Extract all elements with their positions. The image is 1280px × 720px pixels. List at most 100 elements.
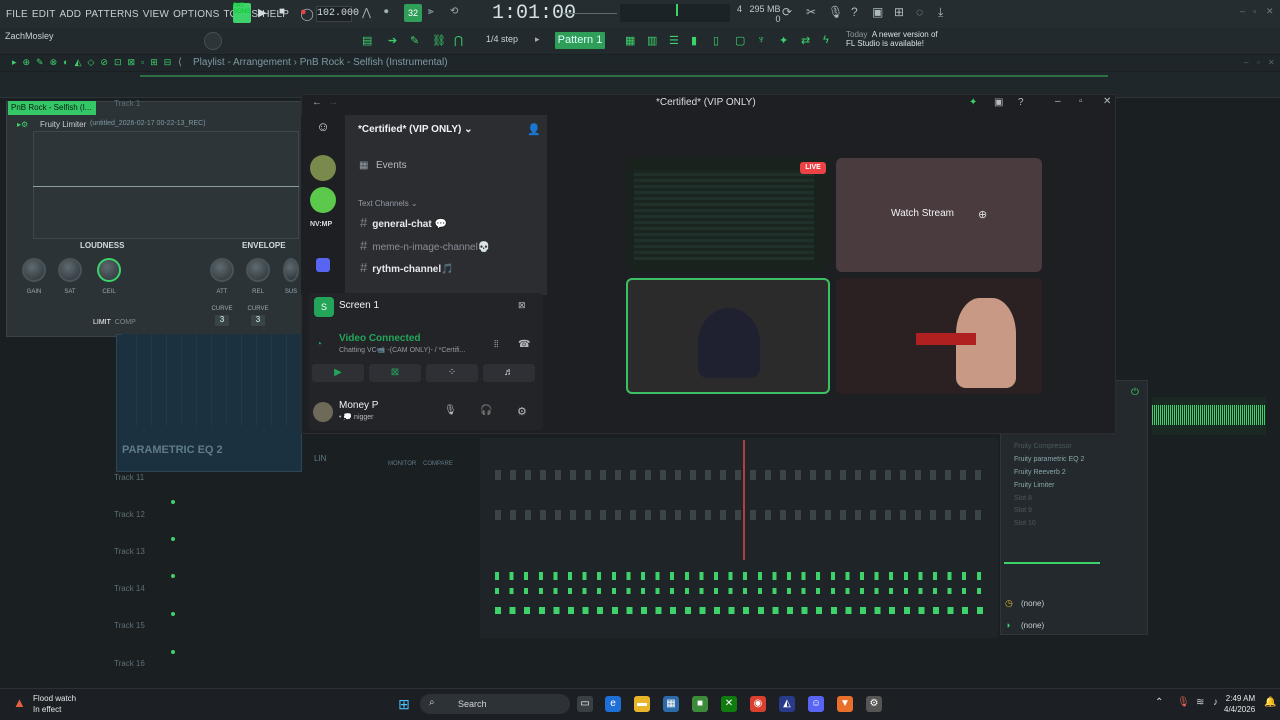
mixer-slot[interactable]: Slot 8 <box>1014 495 1032 502</box>
curve-value-1[interactable]: 3 <box>215 315 229 326</box>
mixer-output-none[interactable]: (none) <box>1021 621 1044 630</box>
record-icon[interactable]: ● <box>300 6 307 18</box>
channel-general-chat[interactable]: # general-chat 💬 <box>360 215 447 230</box>
weather-alert-icon[interactable]: ▲ <box>13 695 26 710</box>
countdown-icon[interactable]: 32 <box>404 4 422 22</box>
video-connected-status[interactable]: Video Connected <box>339 333 421 344</box>
activities-button[interactable]: ⁘ <box>426 364 478 382</box>
track-mute-dot[interactable] <box>171 612 175 616</box>
pat-song-toggle[interactable]: PAT SONG <box>233 3 251 23</box>
gain-knob[interactable] <box>22 258 46 282</box>
app-icon[interactable]: ◭ <box>779 696 795 712</box>
close-icon[interactable]: ✕ <box>1266 6 1274 17</box>
add-member-icon[interactable]: 👤 <box>527 123 541 136</box>
xbox-icon[interactable]: ✕ <box>721 696 737 712</box>
help-circle-icon[interactable]: ? <box>1018 97 1024 108</box>
server-nvmp[interactable]: NV:MP <box>310 221 332 228</box>
master-pitch-knob[interactable] <box>204 32 222 50</box>
wand-icon[interactable]: ✦ <box>779 34 788 47</box>
play-icon[interactable]: ▶ <box>258 6 266 19</box>
mic-icon[interactable]: 🎙 <box>444 405 457 416</box>
voice-channel-name[interactable]: Chatting VC📹 -(CAM ONLY)- / *Certifi... <box>339 346 465 354</box>
file-icon[interactable]: ▢ <box>735 34 745 47</box>
camera-button[interactable]: ▶ <box>312 364 364 382</box>
eq-graph[interactable] <box>122 334 302 426</box>
discord-minimize-icon[interactable]: – <box>1055 96 1061 107</box>
plugin-icon[interactable]: ⊞ <box>894 5 904 19</box>
browser-icon[interactable]: ▯ <box>713 34 719 47</box>
settings-app-icon[interactable]: ⚙ <box>866 696 882 712</box>
windows-start-icon[interactable]: ⊞ <box>396 696 412 712</box>
watch-stream-button[interactable]: Watch Stream <box>891 208 954 219</box>
server-icon[interactable] <box>310 155 336 181</box>
menu-edit[interactable]: EDIT <box>32 9 56 20</box>
mixer-slot[interactable]: Fruity Reeverb 2 <box>1014 469 1066 476</box>
mixer-insert-dots[interactable] <box>495 572 990 580</box>
update-notice[interactable]: Today A newer version of FL Studio is ava… <box>846 30 938 48</box>
notification-icon[interactable]: 🔔 <box>1264 697 1276 708</box>
noise-suppression-icon[interactable]: ⦙⦙ <box>494 339 498 350</box>
playlist-maximize-icon[interactable]: ▫ <box>1257 58 1260 67</box>
undo-icon[interactable]: ⟳ <box>782 5 792 19</box>
mic-icon[interactable]: 🎙 <box>828 5 843 19</box>
discord-maximize-icon[interactable]: ▫ <box>1079 96 1083 107</box>
track-mute-dot[interactable] <box>171 574 175 578</box>
snap-step[interactable]: 1/4 step <box>486 34 518 44</box>
settings-gear-icon[interactable]: ⚙ <box>517 405 527 418</box>
edge-icon[interactable]: e <box>605 696 621 712</box>
loop-icon[interactable]: ⟲ <box>450 6 458 17</box>
discord-home-icon[interactable]: ☺ <box>311 119 335 139</box>
mixer-route-arrows[interactable] <box>495 607 990 614</box>
help-icon[interactable]: ? <box>851 5 858 19</box>
chrome-icon[interactable]: ◉ <box>750 696 766 712</box>
forward-arrow-icon[interactable]: → <box>328 97 338 108</box>
maximize-icon[interactable]: ▫ <box>1253 6 1256 16</box>
sync-icon[interactable]: ⇄ <box>801 34 810 47</box>
stop-stream-icon[interactable]: ⊠ <box>518 300 526 311</box>
mixer-slot[interactable]: Slot 9 <box>1014 507 1032 514</box>
server-name[interactable]: *Certified* (VIP ONLY) ⌄ <box>358 124 473 135</box>
att-knob[interactable] <box>210 258 234 282</box>
track-label[interactable]: Track 12 <box>114 510 145 519</box>
pencil-icon[interactable]: ✎ <box>410 34 419 47</box>
file-explorer-icon[interactable]: ▬ <box>634 696 650 712</box>
discord-close-icon[interactable]: ✕ <box>1103 96 1111 107</box>
playlist-close-icon[interactable]: ✕ <box>1268 58 1275 67</box>
link-icon[interactable]: ⛓ <box>432 34 446 47</box>
mixer-slot[interactable]: Fruity Limiter <box>1014 482 1054 489</box>
sus-knob[interactable] <box>283 258 299 282</box>
eq-monitor-button[interactable]: MONITOR <box>388 461 416 467</box>
mixer-slot[interactable]: Slot 10 <box>1014 520 1036 527</box>
user-status[interactable]: • 💭 nigger <box>339 413 374 421</box>
tempo-display[interactable]: 102.000 <box>316 6 359 22</box>
discord-icon[interactable]: ☺ <box>808 696 824 712</box>
menu-options[interactable]: OPTIONS <box>173 9 219 20</box>
wait-icon[interactable]: ⏺ <box>384 6 389 17</box>
screen-share-button[interactable]: ⊠ <box>369 364 421 382</box>
watch-stream-icon[interactable]: ⊕ <box>978 208 987 221</box>
minimize-icon[interactable]: – <box>1240 6 1245 16</box>
stop-icon[interactable]: ■ <box>279 6 285 17</box>
disconnect-icon[interactable]: ☎ <box>518 339 530 350</box>
menu-view[interactable]: VIEW <box>143 9 169 20</box>
ceil-knob[interactable] <box>97 258 121 282</box>
mixer-icon[interactable]: ☰ <box>669 34 679 47</box>
stream-tile[interactable] <box>626 158 830 272</box>
download-icon[interactable]: ⤓ <box>938 5 943 20</box>
mixer-input-none[interactable]: (none) <box>1021 599 1044 608</box>
power-icon[interactable]: ⏻ <box>1131 387 1139 398</box>
track-mute-dot[interactable] <box>171 500 175 504</box>
user-name[interactable]: Money P <box>339 400 378 411</box>
playlist-scrollbar[interactable] <box>140 75 1108 77</box>
bolt-icon[interactable]: ϟ <box>823 34 829 46</box>
save-icon[interactable]: ▣ <box>872 5 883 19</box>
track-mute-dot[interactable] <box>171 537 175 541</box>
arrow-icon[interactable]: ➔ <box>388 34 397 47</box>
plugin-db-icon[interactable]: ♆ <box>757 34 765 46</box>
pattern-selector[interactable]: Pattern 1 <box>555 32 605 49</box>
avatar[interactable] <box>313 402 333 422</box>
mixer-send-dots[interactable] <box>495 588 990 594</box>
master-volume-slider[interactable] <box>562 13 617 14</box>
camera-tile[interactable] <box>836 278 1042 394</box>
tab-comp[interactable]: COMP <box>115 319 136 326</box>
